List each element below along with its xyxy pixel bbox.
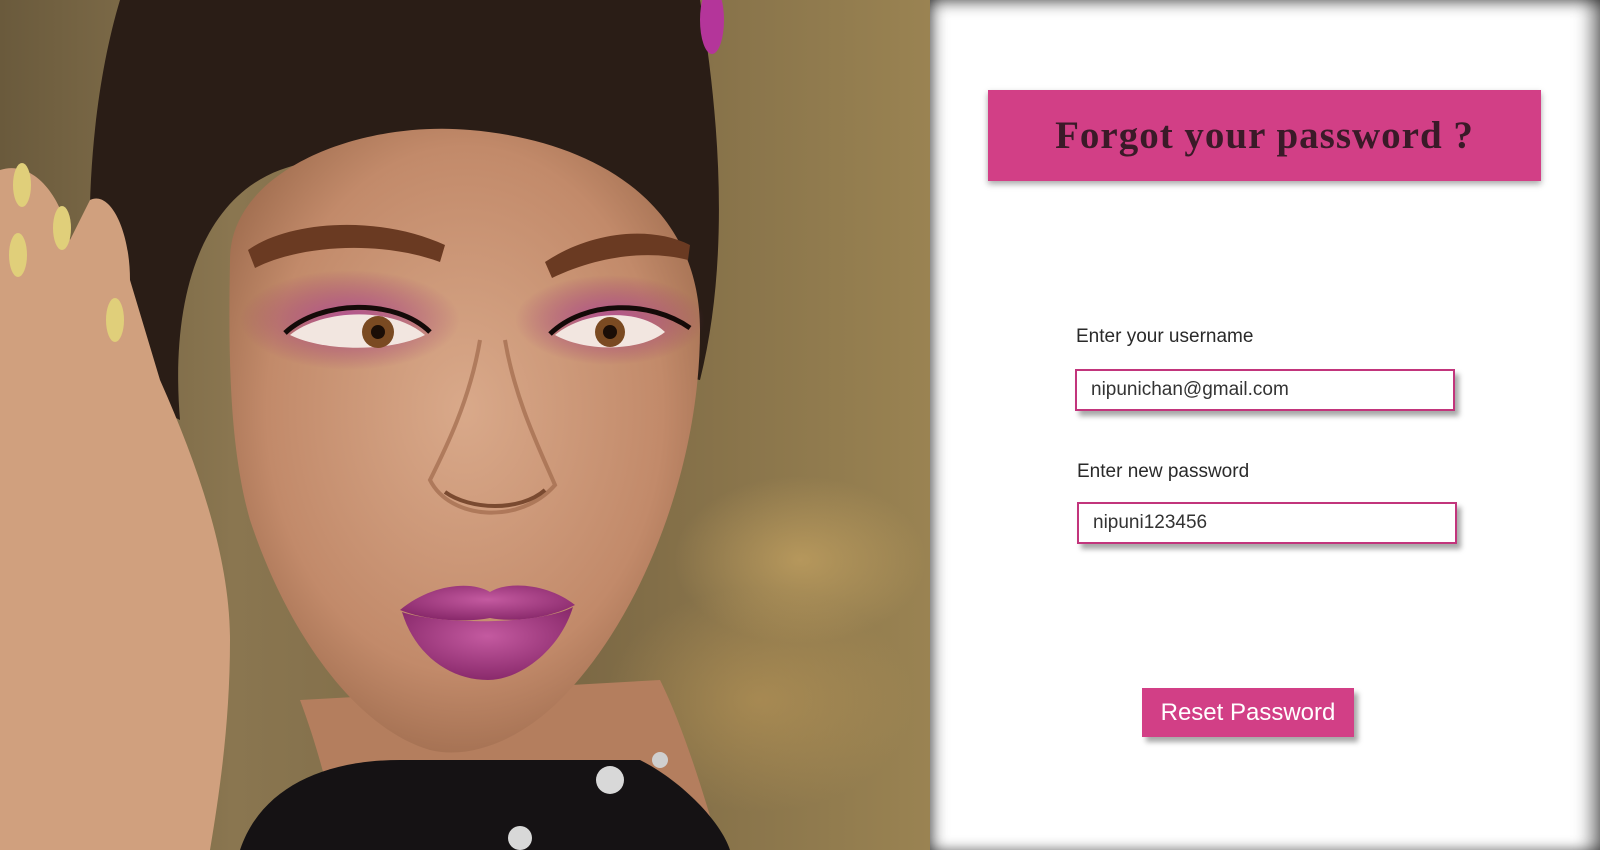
portrait-illustration [0, 0, 730, 850]
new-password-label: Enter new password [1077, 461, 1250, 482]
username-label: Enter your username [1076, 326, 1254, 347]
reset-password-form: Forgot your password ? Enter your userna… [930, 0, 1600, 850]
reset-password-button[interactable]: Reset Password [1142, 688, 1354, 737]
page-title: Forgot your password ? [1055, 114, 1474, 157]
username-input[interactable] [1075, 369, 1455, 411]
portrait-photo [0, 0, 930, 850]
new-password-input[interactable] [1077, 502, 1457, 544]
title-banner: Forgot your password ? [988, 90, 1541, 181]
forgot-password-page: Forgot your password ? Enter your userna… [0, 0, 1600, 850]
